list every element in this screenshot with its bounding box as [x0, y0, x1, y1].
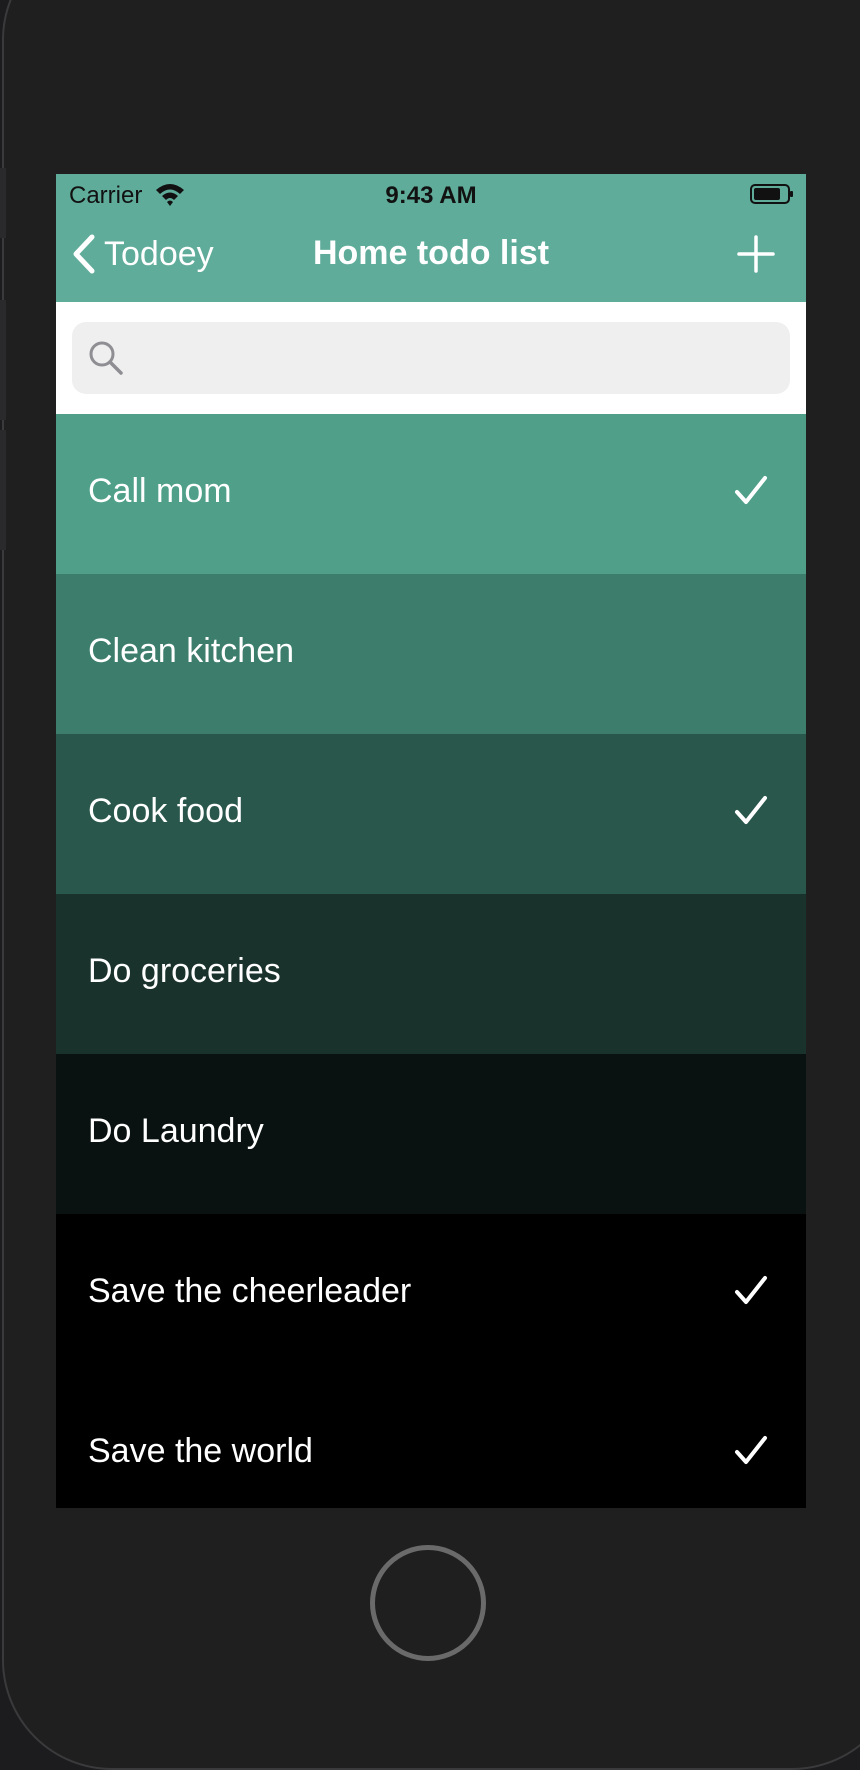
list-item-title: Clean kitchen [88, 632, 295, 670]
checkmark-icon [735, 1276, 767, 1304]
home-button[interactable] [370, 1545, 486, 1661]
checkmark-icon [735, 796, 767, 824]
page-title: Home todo list [312, 234, 550, 272]
checkmark-icon [735, 476, 767, 504]
list-item[interactable]: Do groceries [56, 894, 806, 1054]
phone-screen: Carrier 9:43 AM Todoey Home todo list Ca… [56, 174, 806, 1508]
list-item[interactable]: Clean kitchen [56, 574, 806, 734]
status-bar: Carrier 9:43 AM [56, 174, 806, 214]
search-bar[interactable] [72, 322, 790, 396]
side-edge-mark [0, 300, 6, 420]
nav-row: Todoey Home todo list [56, 218, 806, 302]
list-item-title: Save the world [88, 1432, 313, 1470]
search-icon [89, 341, 123, 375]
list-item-title: Do groceries [88, 952, 281, 990]
side-edge-mark [0, 430, 6, 550]
list-item-title: Save the cheerleader [88, 1272, 412, 1310]
list-item[interactable]: Do Laundry [56, 1054, 806, 1214]
checkmark-icon [735, 1436, 767, 1464]
status-time: 9:43 AM [385, 182, 477, 209]
list-item-title: Cook food [88, 792, 243, 830]
list-item[interactable]: Save the cheerleader [56, 1214, 806, 1374]
add-item-button[interactable] [736, 234, 776, 274]
battery-icon [750, 184, 793, 204]
list-item-title: Do Laundry [88, 1112, 264, 1150]
list-item[interactable]: Save the world [56, 1374, 806, 1508]
navigation-bar: Carrier 9:43 AM Todoey Home todo list [56, 174, 806, 302]
todo-list: Call mom Clean kitchen Cook food Do groc… [56, 414, 806, 1508]
list-item[interactable]: Call mom [56, 414, 806, 574]
list-item-title: Call mom [88, 472, 232, 510]
side-edge-mark [0, 168, 6, 238]
search-input[interactable] [136, 322, 780, 396]
search-bar-container [56, 302, 806, 414]
list-item[interactable]: Cook food [56, 734, 806, 894]
